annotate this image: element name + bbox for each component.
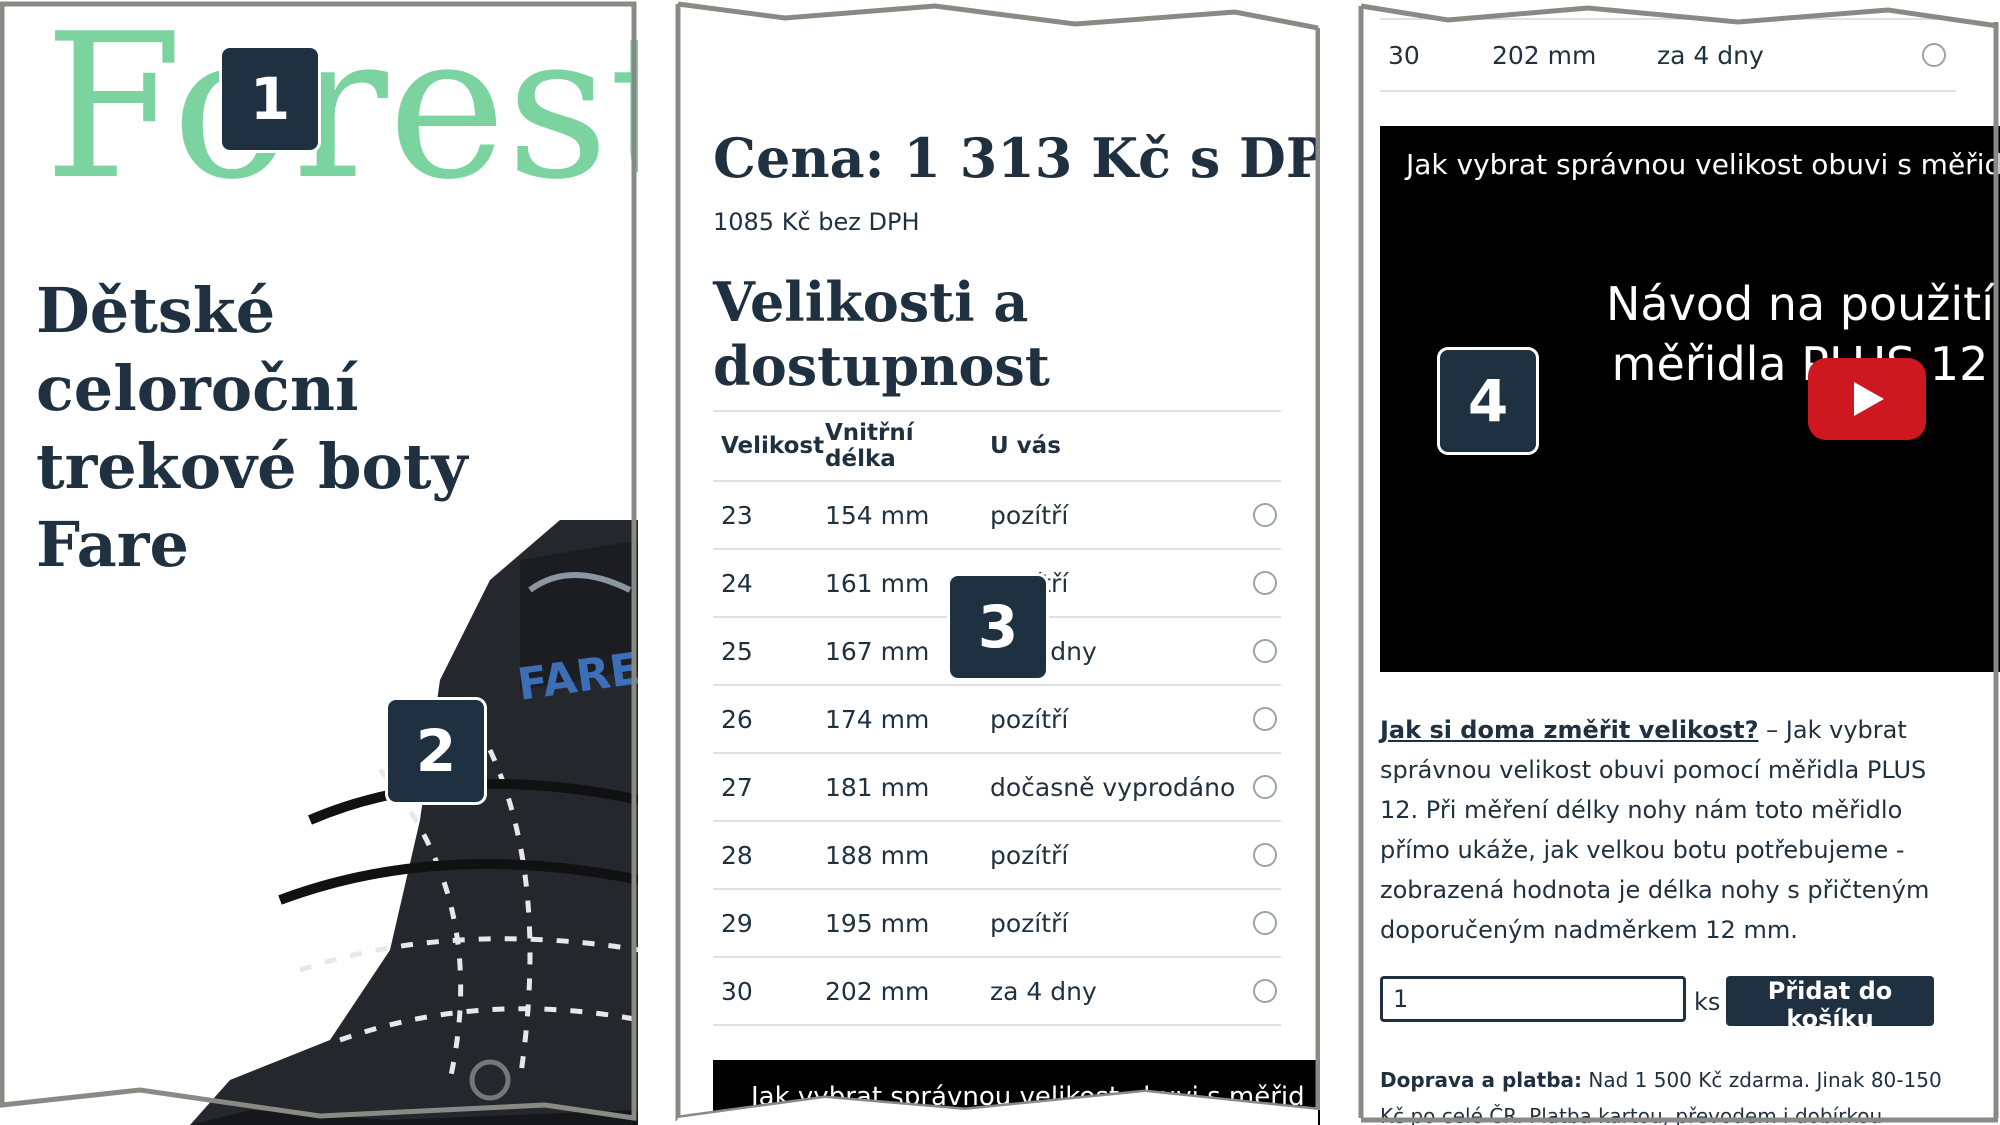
column-size: Velikost — [721, 433, 825, 459]
size-value: 24 — [721, 568, 753, 598]
availability-value: pozítří — [990, 840, 1069, 870]
quantity-input[interactable] — [1380, 976, 1686, 1022]
size-radio[interactable] — [1253, 911, 1277, 935]
availability-value: pozítří — [990, 500, 1069, 530]
size-help-text: Jak si doma změřit velikost? – Jak vybra… — [1380, 710, 1950, 950]
size-row-30[interactable]: 30 202 mm za 4 dny — [1380, 18, 1956, 92]
size-row-30[interactable]: 30 202 mm za 4 dny — [713, 958, 1281, 1026]
length-value: 202 mm — [825, 976, 930, 1006]
quantity-unit: ks — [1694, 988, 1721, 1016]
video-strip-title: Jak vybrat správnou velikost obuvi s měř… — [751, 1082, 1305, 1112]
site-logo[interactable]: Forest — [44, 8, 638, 208]
price-without-vat: 1085 Kč bez DPH — [713, 208, 920, 236]
column-availability: U vás — [990, 433, 1061, 459]
availability-value: za 4 dny — [990, 976, 1097, 1006]
video-preview-strip[interactable]: Jak vybrat správnou velikost obuvi s měř… — [713, 1060, 1320, 1125]
length-value: 188 mm — [825, 840, 930, 870]
size-radio[interactable] — [1253, 775, 1277, 799]
callout-badge-4: 4 — [1440, 350, 1536, 452]
size-row-28[interactable]: 28 188 mm pozítří — [713, 822, 1281, 890]
product-image: FARE — [190, 520, 638, 1125]
size-row-29[interactable]: 29 195 mm pozítří — [713, 890, 1281, 958]
availability-value: pozítří — [990, 908, 1069, 938]
video-caption-line2: měřidla PLUS 12 — [1611, 337, 1989, 391]
add-to-cart-button[interactable]: Přidat do košíku — [1726, 976, 1934, 1033]
length-value: 202 mm — [1492, 40, 1597, 70]
panel-sizes: Cena: 1 313 Kč s DPH 1085 Kč bez DPH Vel… — [675, 0, 1320, 1125]
size-value: 27 — [721, 772, 753, 802]
length-value: 181 mm — [825, 772, 930, 802]
size-value: 26 — [721, 704, 753, 734]
size-radio[interactable] — [1253, 503, 1277, 527]
size-value: 25 — [721, 636, 753, 666]
size-value: 30 — [1388, 40, 1420, 70]
panel-product-header: Forest Dětské celoroční trekové boty Far… — [0, 0, 638, 1125]
callout-badge-1: 1 — [222, 48, 318, 150]
size-row-26[interactable]: 26 174 mm pozítří — [713, 686, 1281, 754]
sizes-heading: Velikosti a dostupnost — [713, 270, 1050, 398]
length-value: 154 mm — [825, 500, 930, 530]
callout-badge-2: 2 — [388, 700, 484, 802]
video-title[interactable]: Jak vybrat správnou velikost obuvi s měř… — [1406, 148, 2000, 181]
availability-value: pozítří — [990, 704, 1069, 734]
measure-size-link[interactable]: Jak si doma změřit velikost? — [1380, 716, 1759, 744]
callout-badge-3: 3 — [950, 576, 1046, 678]
shipping-label: Doprava a platba: — [1380, 1068, 1583, 1092]
size-value: 30 — [721, 976, 753, 1006]
size-row-23[interactable]: 23 154 mm pozítří — [713, 482, 1281, 550]
size-row-27[interactable]: 27 181 mm dočasně vyprodáno — [713, 754, 1281, 822]
video-caption-line1: Návod na použití — [1606, 277, 1994, 331]
video-caption: Návod na použití měřidla PLUS 12 — [1590, 274, 2000, 394]
sizes-table: Velikost Vnitřní délka U vás 23 154 mm poz… — [713, 410, 1281, 1026]
length-value: 174 mm — [825, 704, 930, 734]
help-description: – Jak vybrat správnou velikost obuvi pom… — [1380, 716, 1930, 944]
size-radio[interactable] — [1253, 707, 1277, 731]
size-radio[interactable] — [1253, 843, 1277, 867]
sizes-table-header: Velikost Vnitřní délka U vás — [713, 410, 1281, 482]
length-value: 195 mm — [825, 908, 930, 938]
panel-video-and-cart: 30 202 mm za 4 dny Jak vybrat správnou v… — [1358, 0, 2000, 1125]
shipping-info: Doprava a platba: Nad 1 500 Kč zdarma. J… — [1380, 1062, 1960, 1125]
size-value: 29 — [721, 908, 753, 938]
price: Cena: 1 313 Kč s DPH — [713, 126, 1320, 190]
size-value: 23 — [721, 500, 753, 530]
availability-value: za 4 dny — [1657, 40, 1764, 70]
size-radio[interactable] — [1253, 639, 1277, 663]
size-radio[interactable] — [1922, 43, 1946, 67]
size-value: 28 — [721, 840, 753, 870]
size-radio[interactable] — [1253, 979, 1277, 1003]
availability-value: dočasně vyprodáno — [990, 772, 1236, 802]
column-length: Vnitřní délka — [825, 420, 914, 472]
size-radio[interactable] — [1253, 571, 1277, 595]
youtube-play-icon[interactable] — [1808, 358, 1926, 440]
